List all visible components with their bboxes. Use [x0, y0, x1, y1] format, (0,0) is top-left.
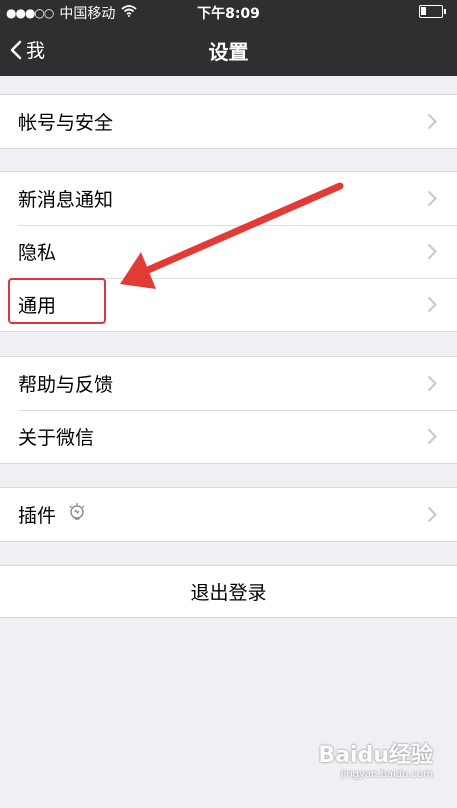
settings-group-preferences: 新消息通知 隐私 通用 [0, 171, 457, 332]
status-bar: ●●●○○ 中国移动 下午8:09 [0, 0, 457, 24]
watermark-text: Baidu经验 [318, 743, 433, 768]
baidu-watermark: Baidu经验 jingyan.baidu.com [318, 737, 433, 780]
status-time: 下午8:09 [197, 6, 260, 22]
chevron-right-icon [427, 506, 437, 528]
chevron-right-icon [427, 243, 437, 265]
settings-group-account: 帐号与安全 [0, 94, 457, 149]
chevron-right-icon [427, 375, 437, 397]
settings-item-notifications[interactable]: 新消息通知 [0, 172, 457, 225]
settings-group-plugins: 插件 [0, 487, 457, 542]
settings-item-label: 新消息通知 [18, 189, 114, 211]
battery-icon [419, 5, 446, 18]
settings-item-privacy[interactable]: 隐私 [0, 225, 457, 278]
chevron-right-icon [427, 190, 437, 212]
lightbulb-icon [68, 502, 86, 527]
settings-item-label: 关于微信 [18, 427, 95, 449]
settings-item-label: 帮助与反馈 [18, 374, 114, 396]
settings-item-label: 插件 [18, 505, 57, 527]
settings-item-plugins[interactable]: 插件 [0, 488, 457, 541]
settings-group-help: 帮助与反馈 关于微信 [0, 356, 457, 464]
watermark-sub: jingyan.baidu.com [340, 769, 433, 780]
logout-button[interactable]: 退出登录 [0, 565, 457, 618]
navigation-bar: 我 设置 [0, 24, 457, 76]
chevron-right-icon [427, 113, 437, 135]
settings-item-account-security[interactable]: 帐号与安全 [0, 95, 457, 148]
chevron-right-icon [427, 428, 437, 450]
settings-item-label: 帐号与安全 [18, 112, 114, 134]
settings-item-general[interactable]: 通用 [0, 278, 457, 331]
page-title: 设置 [208, 40, 249, 64]
settings-item-label: 隐私 [18, 242, 57, 264]
chevron-right-icon [427, 296, 437, 318]
settings-item-label: 通用 [18, 295, 57, 317]
settings-item-help-feedback[interactable]: 帮助与反馈 [0, 357, 457, 410]
settings-item-about[interactable]: 关于微信 [0, 410, 457, 463]
